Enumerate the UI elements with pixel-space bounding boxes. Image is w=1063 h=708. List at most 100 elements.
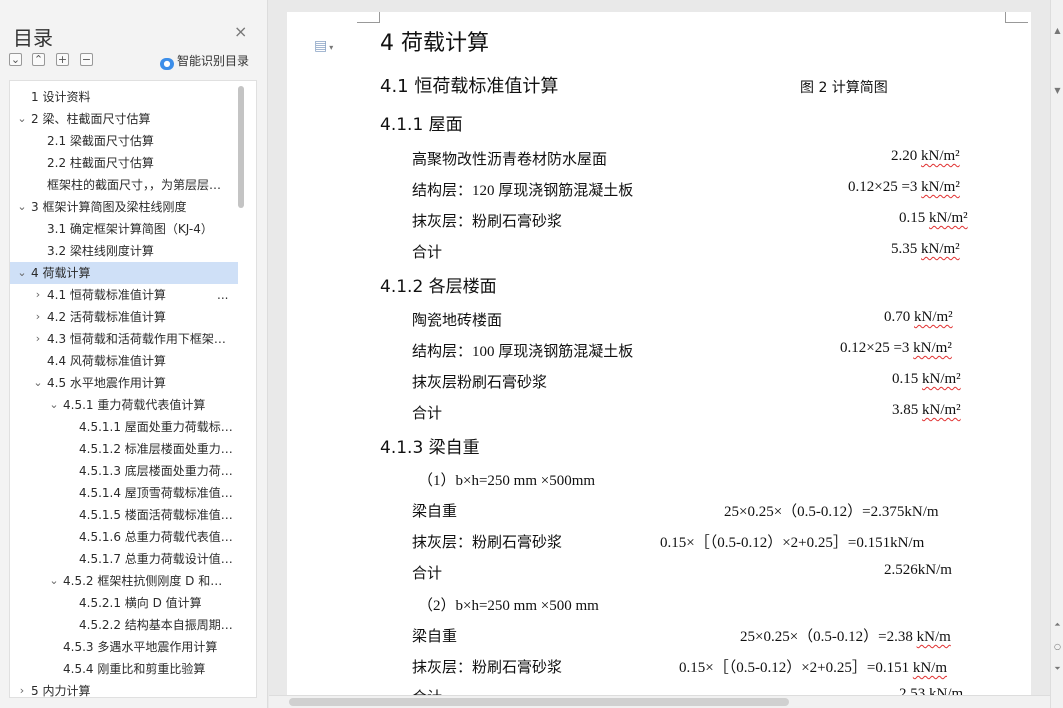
add-heading-icon[interactable]: + <box>56 53 69 66</box>
outline-item[interactable]: › 4.2 活荷载标准值计算 <box>10 306 238 328</box>
document-page[interactable]: ▤ ▾ 4 荷载计算 4.1 恒荷载标准值计算 图 2 计算简图 4.1.1 屋面… <box>287 12 1031 695</box>
outline-item-label: 2.1 梁截面尺寸估算 <box>47 134 154 148</box>
heading-3: 4.1.3 梁自重 <box>380 438 480 458</box>
outline-tree[interactable]: 1 设计资料 ⌄ 2 梁、柱截面尺寸估算 2.1 梁截面尺寸估算 2.2 柱截面尺寸估算… <box>9 80 257 698</box>
expand-chevron-icon[interactable]: › <box>32 284 44 306</box>
previous-page-icon[interactable]: ⏶ <box>1053 620 1062 630</box>
outline-item-label: 1 设计资料 <box>31 90 91 104</box>
total-value: 2.53 kN/m <box>899 686 963 695</box>
expand-all-icon[interactable]: ⌃ <box>32 53 45 66</box>
ai-icon: ● <box>160 58 174 70</box>
outline-item[interactable]: 3.2 梁柱线刚度计算 <box>10 240 238 262</box>
unit: kN/m² <box>921 148 960 164</box>
outline-item-label: 4.5.1.2 标准层楼面处重力… <box>79 442 233 456</box>
document-area[interactable]: ▤ ▾ 4 荷载计算 4.1 恒荷载标准值计算 图 2 计算简图 4.1.1 屋面… <box>269 0 1050 695</box>
load-formula: 0.15×［（0.5-0.12）×2+0.25］=0.151kN/m <box>660 535 925 551</box>
total-label: 合计 <box>412 686 442 695</box>
outline-item[interactable]: 4.5.1.1 屋面处重力荷载标… <box>10 416 238 438</box>
expand-chevron-icon[interactable]: › <box>32 306 44 328</box>
outline-item[interactable]: 4.5.1.5 楼面活荷载标准值… <box>10 504 238 526</box>
collapse-chevron-icon[interactable]: ⌄ <box>16 262 28 284</box>
outline-item-label: 4.5.1.7 总重力荷载设计值… <box>79 552 233 566</box>
horizontal-scrollbar[interactable] <box>269 695 1050 708</box>
outline-item[interactable]: › 4.3 恒荷载和活荷载作用下框架… <box>10 328 238 350</box>
load-formula: 25×0.25×（0.5-0.12）=2.38 kN/m <box>740 629 951 645</box>
outline-item[interactable]: 4.5.4 刚重比和剪重比验算 <box>10 658 238 680</box>
material-label: 结构层：100 厚现浇钢筋混凝土板 <box>412 344 634 360</box>
collapse-chevron-icon[interactable]: ⌄ <box>32 372 44 394</box>
outline-item[interactable]: 框架柱的截面尺寸，，为第层层… <box>10 174 238 196</box>
expand-chevron-icon[interactable]: › <box>32 328 44 350</box>
outline-item[interactable]: 4.4 风荷载标准值计算 <box>10 350 238 372</box>
outline-item[interactable]: 4.5.3 多遇水平地震作用计算 <box>10 636 238 658</box>
outline-item[interactable]: ⌄ 2 梁、柱截面尺寸估算 <box>10 108 238 130</box>
outline-item[interactable]: ⌄ 3 框架计算简图及梁柱线刚度 <box>10 196 238 218</box>
page-corner-mark <box>1005 12 1028 23</box>
outline-scrollbar-thumb[interactable] <box>238 86 244 208</box>
load-value: 0.70 kN/m² <box>884 309 953 325</box>
unit: kN/m² <box>913 340 952 356</box>
material-label: 抹灰层粉刷石膏砂浆 <box>412 375 548 391</box>
outline-item[interactable]: 4.5.1.3 底层楼面处重力荷… <box>10 460 238 482</box>
outline-item[interactable]: 2.1 梁截面尺寸估算 <box>10 130 238 152</box>
material-label: 抹灰层：粉刷石膏砂浆 <box>412 214 563 230</box>
outline-item[interactable]: ⌄ 4.5 水平地震作用计算 <box>10 372 238 394</box>
more-options-icon[interactable]: ... <box>217 284 228 306</box>
select-browse-object-icon[interactable]: ○ <box>1053 642 1062 651</box>
outline-item-label: 4.5.1 重力荷载代表值计算 <box>63 398 206 412</box>
collapse-chevron-icon[interactable]: ⌄ <box>16 108 28 130</box>
outline-pane: 目录 × ⌄ ⌃ + − ● 智能识别目录 1 设计资料 ⌄ 2 梁、柱截面尺寸估算 2… <box>0 0 268 708</box>
scroll-up-icon[interactable]: ▲ <box>1053 26 1062 35</box>
load-value: 0.15 kN/m² <box>892 371 961 387</box>
horizontal-scrollbar-thumb[interactable] <box>289 698 789 706</box>
outline-item[interactable]: › 4.1 恒荷载标准值计算... <box>10 284 238 306</box>
outline-item[interactable]: 2.2 柱截面尺寸估算 <box>10 152 238 174</box>
outline-item-label: 4.1 恒荷载标准值计算 <box>47 288 166 302</box>
outline-item[interactable]: ⌄ 4.5.2 框架柱抗侧刚度 D 和… <box>10 570 238 592</box>
unit: kN/m <box>916 629 951 645</box>
close-icon[interactable]: × <box>234 24 247 40</box>
outline-item[interactable]: 4.5.2.1 横向 D 值计算 <box>10 592 238 614</box>
material-label: 陶瓷地砖楼面 <box>412 313 503 329</box>
material-label: 梁自重 <box>412 629 458 645</box>
outline-item[interactable]: 4.5.1.7 总重力荷载设计值… <box>10 548 238 570</box>
unit: kN/m² <box>922 371 961 387</box>
vertical-scrollbar[interactable]: ▲ ▼ ⏶ ○ ⏷ <box>1050 0 1063 708</box>
outline-item-label: 4.5.1.5 楼面活荷载标准值… <box>79 508 233 522</box>
outline-item-label: 4 荷载计算 <box>31 266 91 280</box>
collapse-chevron-icon[interactable]: ⌄ <box>16 196 28 218</box>
remove-heading-icon[interactable]: − <box>80 53 93 66</box>
page-corner-mark <box>357 12 380 23</box>
outline-item[interactable]: 4.5.1.2 标准层楼面处重力… <box>10 438 238 460</box>
total-label: 合计 <box>412 406 443 422</box>
collapse-all-icon[interactable]: ⌄ <box>9 53 22 66</box>
outline-item[interactable]: › 5 内力计算 <box>10 680 238 698</box>
outline-item-label: 4.5.1.4 屋顶雪荷载标准值… <box>79 486 233 500</box>
beam-case-label: （2）b×h=250 mm ×500 mm <box>418 598 599 614</box>
next-page-icon[interactable]: ⏷ <box>1053 664 1062 674</box>
expand-chevron-icon[interactable]: › <box>16 680 28 697</box>
collapse-chevron-icon[interactable]: ⌄ <box>48 394 60 416</box>
collapse-chevron-icon[interactable]: ⌄ <box>48 570 60 592</box>
outline-item[interactable]: 4.5.2.2 结构基本自振周期… <box>10 614 238 636</box>
smart-outline-button[interactable]: ● 智能识别目录 <box>160 52 249 70</box>
outline-item[interactable]: ⌄ 4.5.1 重力荷载代表值计算 <box>10 394 238 416</box>
heading-2: 4.1 恒荷载标准值计算 <box>380 76 559 97</box>
outline-item[interactable]: 3.1 确定框架计算简图（KJ-4） <box>10 218 238 240</box>
outline-item-label: 2.2 柱截面尺寸估算 <box>47 156 154 170</box>
outline-item[interactable]: 4.5.1.4 屋顶雪荷载标准值… <box>10 482 238 504</box>
figure-caption: 图 2 计算简图 <box>800 80 888 96</box>
load-formula: 0.15×［（0.5-0.12）×2+0.25］=0.151 kN/m <box>679 660 948 676</box>
scroll-down-icon[interactable]: ▼ <box>1053 86 1062 95</box>
outline-item-label: 4.5.2.2 结构基本自振周期… <box>79 618 233 632</box>
outline-item[interactable]: 1 设计资料 <box>10 86 238 108</box>
outline-item[interactable]: ⌄ 4 荷载计算 <box>10 262 238 284</box>
unit: kN/m² <box>914 309 953 325</box>
outline-item[interactable]: 4.5.1.6 总重力荷载代表值… <box>10 526 238 548</box>
outline-item-label: 5 内力计算 <box>31 684 91 698</box>
load-formula: 0.12×25 =3 kN/m² <box>848 179 960 195</box>
outline-item-label: 4.4 风荷载标准值计算 <box>47 354 166 368</box>
total-value: 5.35 kN/m² <box>891 241 960 257</box>
document-icon[interactable]: ▤ ▾ <box>314 38 333 55</box>
outline-item-label: 4.5.4 刚重比和剪重比验算 <box>63 662 206 676</box>
